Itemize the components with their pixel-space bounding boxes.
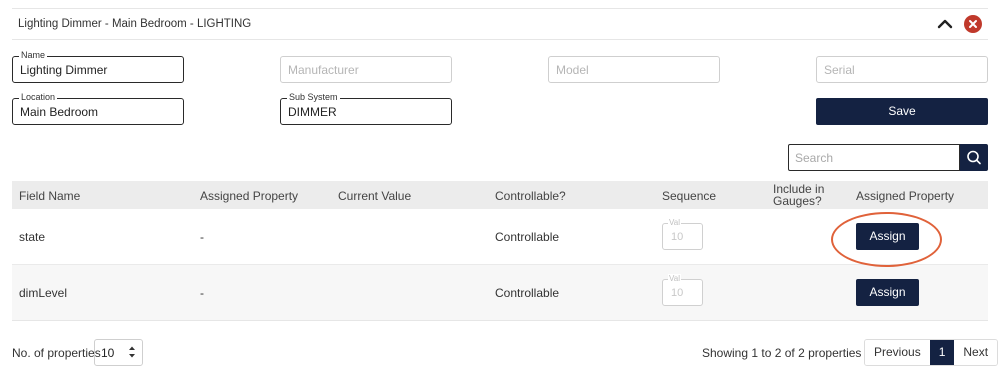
model-field[interactable]: Model xyxy=(548,56,720,83)
table-header: Field Name Assigned Property Current Val… xyxy=(12,181,988,209)
column-header: Controllable? xyxy=(495,189,566,203)
chevron-up-icon[interactable] xyxy=(936,15,954,33)
sequence-label: Val xyxy=(668,274,681,283)
table-row: state - Controllable Val 10 Assign xyxy=(12,209,988,265)
serial-field[interactable]: Serial xyxy=(816,56,988,83)
assign-button[interactable]: Assign xyxy=(856,279,919,306)
pagination: Previous 1 Next xyxy=(864,339,999,366)
search-placeholder: Search xyxy=(795,151,834,165)
search-button[interactable] xyxy=(960,144,988,171)
divider xyxy=(12,320,988,321)
controllable-cell: Controllable xyxy=(495,230,560,244)
column-header: Assigned Property xyxy=(856,189,955,203)
name-field-label: Name xyxy=(19,50,48,60)
save-button[interactable]: Save xyxy=(816,98,988,125)
page-size-value: 10 xyxy=(101,346,115,360)
location-field-value: Main Bedroom xyxy=(20,105,99,119)
location-field[interactable]: Location Main Bedroom xyxy=(12,92,184,125)
column-header: Current Value xyxy=(338,189,412,203)
page-size-select[interactable]: 10 xyxy=(94,339,143,366)
panel-header: Lighting Dimmer - Main Bedroom - LIGHTIN… xyxy=(12,8,988,40)
controllable-cell: Controllable xyxy=(495,286,560,300)
sequence-placeholder: 10 xyxy=(671,231,684,243)
sequence-label: Val xyxy=(668,218,681,227)
next-page-button[interactable]: Next xyxy=(954,340,998,365)
column-header: Include in Gauges? xyxy=(773,182,825,208)
field-name-cell: state xyxy=(19,230,46,244)
search-icon xyxy=(967,150,981,165)
location-field-label: Location xyxy=(19,92,58,102)
column-header: Field Name xyxy=(19,189,81,203)
table-row: dimLevel - Controllable Val 10 Assign xyxy=(12,265,988,321)
sort-arrows-icon xyxy=(128,344,136,363)
assign-button[interactable]: Assign xyxy=(856,223,919,250)
page-1-button[interactable]: 1 xyxy=(929,340,955,365)
showing-text: Showing 1 to 2 of 2 properties xyxy=(702,346,862,360)
assigned-property-cell: - xyxy=(200,230,204,244)
previous-page-button[interactable]: Previous xyxy=(865,340,930,365)
page-size-label: No. of properties xyxy=(12,346,101,360)
serial-placeholder: Serial xyxy=(824,63,855,77)
sequence-input[interactable]: Val 10 xyxy=(662,274,703,306)
sequence-placeholder: 10 xyxy=(671,287,684,299)
subsystem-field-value: DIMMER xyxy=(288,105,337,119)
manufacturer-placeholder: Manufacturer xyxy=(288,63,359,77)
search-input[interactable]: Search xyxy=(788,144,960,171)
field-name-cell: dimLevel xyxy=(19,286,68,300)
name-field[interactable]: Name Lighting Dimmer xyxy=(12,50,184,83)
manufacturer-field[interactable]: Manufacturer xyxy=(280,56,452,83)
assigned-property-cell: - xyxy=(200,286,204,300)
properties-table: Field Name Assigned Property Current Val… xyxy=(12,181,988,321)
close-icon[interactable] xyxy=(964,15,982,33)
name-field-value: Lighting Dimmer xyxy=(20,63,108,77)
panel-title: Lighting Dimmer - Main Bedroom - LIGHTIN… xyxy=(18,18,252,30)
model-placeholder: Model xyxy=(556,63,589,77)
subsystem-field-label: Sub System xyxy=(287,92,340,102)
column-header: Sequence xyxy=(662,189,717,203)
column-header: Assigned Property xyxy=(200,189,299,203)
sequence-input[interactable]: Val 10 xyxy=(662,218,703,250)
subsystem-field[interactable]: Sub System DIMMER xyxy=(280,92,452,125)
